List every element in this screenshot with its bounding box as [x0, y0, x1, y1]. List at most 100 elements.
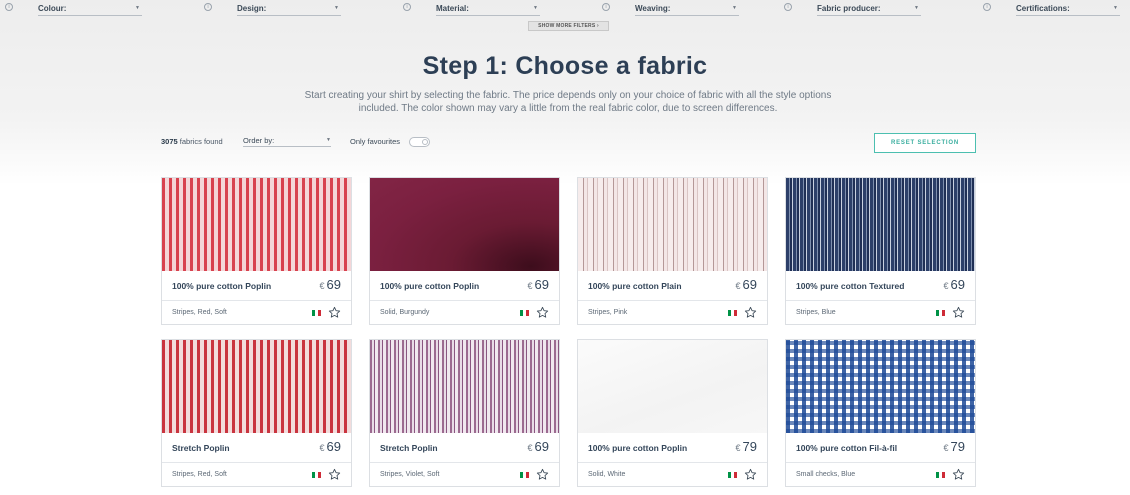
results-count-suffix: fabrics found	[179, 137, 223, 146]
favourite-star-icon[interactable]	[952, 306, 965, 319]
currency-symbol: €	[319, 281, 325, 291]
italy-flag-icon	[312, 310, 321, 316]
fabric-card[interactable]: 100% pure cotton Plain €69 Stripes, Pink	[577, 177, 768, 325]
info-icon[interactable]: i	[204, 3, 212, 11]
fabric-price: €69	[528, 439, 549, 454]
fabric-price: €79	[944, 439, 965, 454]
currency-symbol: €	[943, 443, 949, 453]
only-favourites-toggle[interactable]	[409, 137, 430, 147]
italy-flag-icon	[520, 472, 529, 478]
fabric-price: €69	[320, 277, 341, 292]
caret-down-icon: ▼	[732, 5, 737, 11]
fabric-tags: Small checks, Blue	[796, 471, 856, 478]
fabric-name: 100% pure cotton Poplin	[172, 281, 272, 291]
design-dropdown[interactable]: Design: ▼	[237, 2, 341, 16]
currency-symbol: €	[735, 281, 741, 291]
fabric-tags: Stripes, Blue	[796, 309, 836, 316]
fabric-price: €69	[944, 277, 965, 292]
currency-symbol: €	[527, 281, 533, 291]
certifications-dropdown[interactable]: Certifications: ▼	[1016, 2, 1120, 16]
fabric-swatch-image[interactable]	[578, 178, 767, 271]
intro-text: Start creating your shirt by selecting t…	[304, 90, 832, 114]
material-dropdown[interactable]: Material: ▼	[436, 2, 540, 16]
dropdown-label: Fabric producer:	[817, 4, 881, 13]
price-value: 69	[742, 277, 757, 292]
fabric-card[interactable]: 100% pure cotton Fil-à-fil €79 Small check…	[785, 339, 976, 487]
info-icon[interactable]: i	[403, 3, 411, 11]
fabric-name: 100% pure cotton Poplin	[380, 281, 480, 291]
fabric-name: 100% pure cotton Poplin	[588, 443, 688, 453]
fabric-info: 100% pure cotton Poplin €69	[370, 271, 559, 301]
fabric-card[interactable]: Stretch Poplin €69 Stripes, Red, Soft	[161, 339, 352, 487]
info-icon[interactable]: i	[784, 3, 792, 11]
italy-flag-icon	[520, 310, 529, 316]
dropdown-label: Material:	[436, 4, 469, 13]
weaving-dropdown[interactable]: Weaving: ▼	[635, 2, 739, 16]
fabric-price: €69	[528, 277, 549, 292]
favourite-star-icon[interactable]	[744, 306, 757, 319]
order-by-label: Order by:	[243, 136, 275, 145]
caret-down-icon: ▼	[334, 5, 339, 11]
fabric-info: Stretch Poplin €69	[162, 433, 351, 463]
fabric-price: €69	[736, 277, 757, 292]
info-icon[interactable]: i	[5, 3, 13, 11]
currency-symbol: €	[943, 281, 949, 291]
favourite-star-icon[interactable]	[328, 468, 341, 481]
favourite-star-icon[interactable]	[744, 468, 757, 481]
fabric-name: Stretch Poplin	[380, 443, 438, 453]
fabric-price: €79	[736, 439, 757, 454]
fabric-producer-dropdown[interactable]: Fabric producer: ▼	[817, 2, 921, 16]
fabric-swatch-image[interactable]	[370, 178, 559, 271]
fabric-card[interactable]: Stretch Poplin €69 Stripes, Violet, Soft	[369, 339, 560, 487]
toggle-knob	[422, 139, 428, 145]
favourite-star-icon[interactable]	[952, 468, 965, 481]
reset-selection-button[interactable]: RESET SELECTION	[874, 133, 976, 153]
italy-flag-icon	[936, 310, 945, 316]
colour-dropdown[interactable]: Colour: ▼	[38, 2, 142, 16]
italy-flag-icon	[936, 472, 945, 478]
favourite-star-icon[interactable]	[328, 306, 341, 319]
only-favourites-label: Only favourites	[350, 137, 401, 146]
fabric-tags: Stripes, Red, Soft	[172, 471, 227, 478]
show-more-filters-button[interactable]: SHOW MORE FILTERS ›	[528, 21, 609, 31]
fabric-name: Stretch Poplin	[172, 443, 230, 453]
fabric-card[interactable]: 100% pure cotton Textured €69 Stripes, Blu…	[785, 177, 976, 325]
favourite-star-icon[interactable]	[536, 306, 549, 319]
fabric-swatch-image[interactable]	[370, 340, 559, 433]
fabric-info: 100% pure cotton Textured €69	[786, 271, 975, 301]
fabric-name: 100% pure cotton Textured	[796, 281, 905, 291]
fabric-card[interactable]: 100% pure cotton Poplin €69 Solid, Burgund…	[369, 177, 560, 325]
page-title: Step 1: Choose a fabric	[422, 52, 708, 80]
currency-symbol: €	[527, 443, 533, 453]
results-count: 3075 fabrics found	[161, 137, 223, 146]
price-value: 79	[950, 439, 965, 454]
dropdown-label: Weaving:	[635, 4, 671, 13]
fabric-name: 100% pure cotton Plain	[588, 281, 682, 291]
info-icon[interactable]: i	[983, 3, 991, 11]
fabric-swatch-image[interactable]	[162, 178, 351, 271]
fabric-card[interactable]: 100% pure cotton Poplin €69 Stripes, Red, …	[161, 177, 352, 325]
fabric-swatch-image[interactable]	[786, 178, 975, 271]
order-by-dropdown[interactable]: Order by: ▼	[243, 134, 331, 147]
italy-flag-icon	[728, 472, 737, 478]
currency-symbol: €	[735, 443, 741, 453]
price-value: 79	[742, 439, 757, 454]
fabric-swatch-image[interactable]	[786, 340, 975, 433]
dropdown-label: Design:	[237, 4, 267, 13]
fabric-swatch-image[interactable]	[162, 340, 351, 433]
fabric-tags: Stripes, Violet, Soft	[380, 471, 440, 478]
results-count-number: 3075	[161, 137, 178, 146]
caret-down-icon: ▼	[326, 137, 331, 143]
italy-flag-icon	[312, 472, 321, 478]
italy-flag-icon	[728, 310, 737, 316]
info-icon[interactable]: i	[602, 3, 610, 11]
favourite-star-icon[interactable]	[536, 468, 549, 481]
price-value: 69	[534, 277, 549, 292]
fabric-tags: Solid, Burgundy	[380, 309, 430, 316]
caret-down-icon: ▼	[135, 5, 140, 11]
fabric-info: 100% pure cotton Fil-à-fil €79	[786, 433, 975, 463]
price-value: 69	[534, 439, 549, 454]
fabric-swatch-image[interactable]	[578, 340, 767, 433]
fabric-card[interactable]: 100% pure cotton Poplin €79 Solid, White	[577, 339, 768, 487]
fabric-info: 100% pure cotton Poplin €69	[162, 271, 351, 301]
